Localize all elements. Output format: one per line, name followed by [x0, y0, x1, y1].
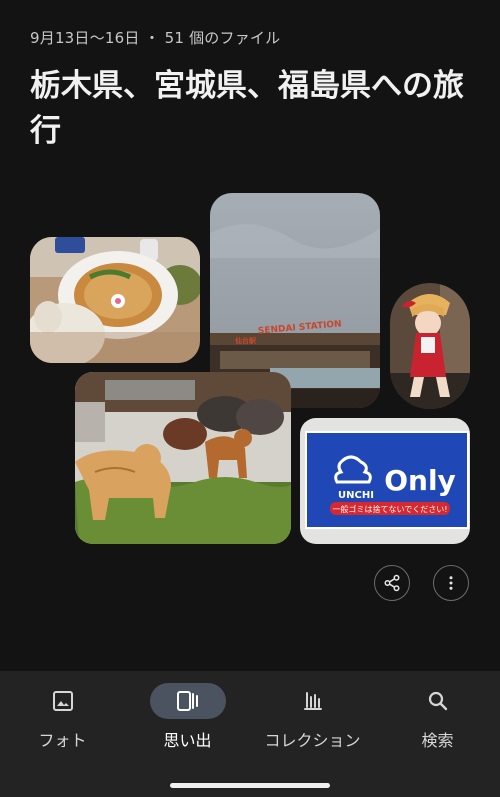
memory-meta: 9月13日〜16日 ・ 51 個のファイル: [30, 29, 281, 47]
nav-item-photos[interactable]: フォト: [0, 683, 125, 751]
nav-item-collections[interactable]: コレクション: [250, 683, 375, 751]
search-icon: [428, 691, 447, 711]
nav-label-memories: 思い出: [163, 731, 212, 750]
sign-notice-text: 一般ゴミは捨てないでください!: [333, 504, 448, 514]
photo-icon: [52, 691, 73, 711]
collection-icon: [303, 692, 322, 710]
memories-icon: [176, 691, 198, 711]
nav-label-collections: コレクション: [264, 731, 361, 750]
photo-anime-figure[interactable]: [390, 283, 470, 409]
bottom-navigation: フォト 思い出 コレクション 検索: [0, 671, 500, 797]
share-icon: [384, 574, 400, 592]
nav-item-search[interactable]: 検索: [375, 683, 500, 751]
photo-ramen[interactable]: [30, 237, 200, 363]
share-button[interactable]: [374, 565, 410, 601]
nav-label-search: 検索: [421, 731, 454, 750]
station-sign-jp-text: 仙台駅: [235, 336, 257, 345]
nav-label-photos: フォト: [38, 731, 87, 750]
more-options-button[interactable]: [433, 565, 469, 601]
memory-title: 栃木県、宮城県、福島県への旅行: [30, 68, 464, 149]
home-indicator[interactable]: [170, 783, 330, 788]
sign-small-text: UNCHI: [338, 490, 374, 501]
sign-brand-text: Only: [384, 464, 456, 497]
photo-animal-figurines[interactable]: [75, 372, 291, 544]
photo-only-sign[interactable]: UNCHI Only 一般ゴミは捨てないでください!: [300, 418, 470, 544]
nav-item-memories[interactable]: 思い出: [125, 683, 250, 751]
nav-active-pill: [149, 683, 226, 719]
more-vertical-icon: [449, 576, 453, 590]
